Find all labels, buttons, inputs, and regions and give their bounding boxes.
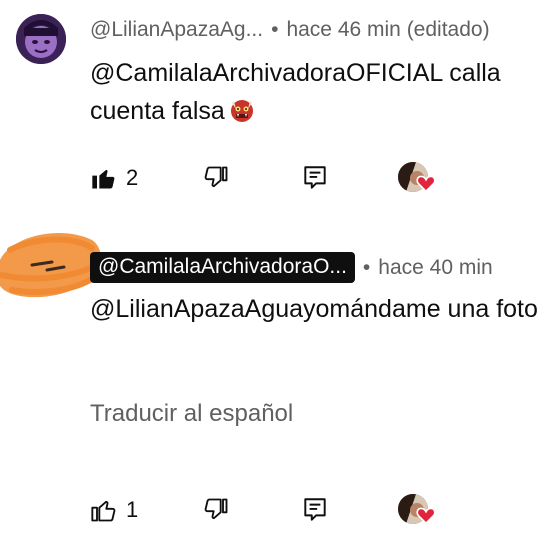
- ogre-emoji-icon: [230, 100, 253, 122]
- thumbs-down-icon: [204, 498, 228, 520]
- heart-icon: [416, 507, 436, 524]
- like-count: 1: [126, 497, 139, 522]
- comment-item: @LilianApazaAg... • hace 46 min (editado…: [0, 0, 560, 210]
- separator-dot: •: [362, 255, 371, 279]
- reply-comment-icon: [304, 498, 326, 521]
- comment-actions: 2: [90, 158, 550, 198]
- reply-comment-icon: [304, 166, 326, 189]
- creator-heart-badge: [396, 158, 440, 198]
- comment-time: hace 46 min (editado): [286, 18, 490, 41]
- separator-dot: •: [271, 18, 279, 41]
- comment-text: @LilianApazaAguayomándame una foto: [90, 295, 538, 323]
- thumbs-down-icon: [204, 166, 228, 188]
- reply-button[interactable]: [302, 158, 328, 198]
- heart-icon: [416, 175, 436, 192]
- comment-header: @CamilalaArchivadoraO... • hace 40 min: [90, 252, 493, 283]
- comment-author[interactable]: @LilianApazaAg...: [90, 18, 263, 42]
- comment-header: @LilianApazaAg... • hace 46 min (editado…: [90, 18, 490, 42]
- comment-author-highlighted[interactable]: @CamilalaArchivadoraO...: [90, 252, 355, 283]
- translate-link[interactable]: Traducir al español: [90, 400, 293, 428]
- thumbs-up-icon: [91, 500, 116, 522]
- comment-time: hace 40 min: [378, 255, 493, 279]
- comment-text: @CamilalaArchivadoraOFICIAL calla cuenta…: [90, 54, 550, 130]
- like-button[interactable]: 1: [90, 490, 138, 530]
- creator-heart-badge: [396, 490, 440, 530]
- avatar[interactable]: [16, 14, 66, 64]
- like-button[interactable]: 2: [90, 158, 138, 198]
- like-count: 2: [126, 165, 139, 190]
- dislike-button[interactable]: [202, 158, 230, 198]
- dislike-button[interactable]: [202, 490, 230, 530]
- reply-button[interactable]: [302, 490, 328, 530]
- comment-actions: 1: [90, 490, 550, 530]
- comment-text-content: @CamilalaArchivadoraOFICIAL calla cuenta…: [90, 59, 501, 125]
- thumbs-up-filled-icon: [92, 169, 115, 189]
- avatar-image: [16, 14, 66, 64]
- comment-item: @CamilalaArchivadoraO... • hace 40 min @…: [0, 210, 560, 560]
